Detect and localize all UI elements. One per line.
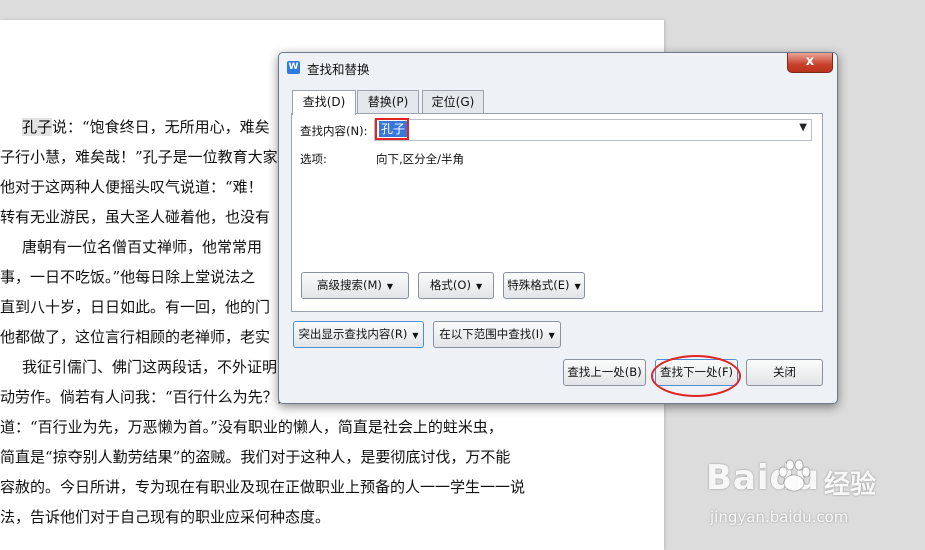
chevron-down-icon: ▼ — [475, 282, 483, 291]
document-line: 孔子说：“饱食终日，无所用心，难矣 — [22, 116, 270, 137]
document-line: 转有无业游民，虽大圣人碰着他，也没有 — [0, 206, 270, 227]
close-icon: x — [805, 54, 815, 69]
document-line-text: 转有无业游民，虽大圣人碰着他，也没有 — [0, 208, 271, 226]
wps-app-icon: W — [287, 61, 300, 74]
find-replace-dialog: W 查找和替换 x 查找(D) 替换(P) 定位(G) 查找内容(N): 孔子 … — [278, 52, 838, 404]
annotation-red-circle — [651, 355, 741, 397]
watermark-cn-text: 经验 — [824, 470, 877, 500]
document-line: 容赦的。今日所讲，专为现在有职业及现在正做职业上预备的人一一学生一一说 — [0, 476, 525, 497]
find-content-label: 查找内容(N): — [300, 124, 368, 138]
chevron-down-icon: ▼ — [548, 331, 555, 340]
document-line: 道：“百行业为先，万恶懒为首。”没有职业的懒人，简直是社会上的蛀米虫， — [0, 416, 503, 437]
highlight-found-button[interactable]: 突出显示查找内容(R) ▼ — [293, 321, 424, 348]
document-line: 法，告诉他们对于自己现有的职业应采何种态度。 — [0, 506, 330, 527]
document-line: 他对于这两种人便摇头叹气说道：“难！ — [0, 176, 263, 197]
search-match-highlight: 孔子 — [22, 118, 53, 136]
chevron-down-icon: ▼ — [574, 282, 581, 291]
document-line-text: 容赦的。今日所讲，专为现在有职业及现在正做职业上预备的人一一学生一一说 — [0, 478, 526, 496]
find-in-range-label: 在以下范围中查找(I) — [439, 327, 544, 341]
document-line: 简直是“掠夺别人勤劳结果”的盗贼。我们对于这种人，是要彻底讨伐，万不能 — [0, 446, 510, 467]
document-line: 子行小慧，难矣哉！”孔子是一位教育大家 — [0, 146, 278, 167]
advanced-search-button[interactable]: 高级搜索(M) ▼ — [301, 272, 409, 299]
tab-find[interactable]: 查找(D) — [292, 90, 356, 115]
document-line: 我征引儒门、佛门这两段话，不外证明 — [22, 356, 277, 377]
advanced-search-label: 高级搜索(M) — [316, 278, 382, 292]
annotation-red-box — [375, 118, 409, 140]
document-line-text: 唐朝有一位名僧百丈禅师，他常常用 — [22, 238, 263, 256]
special-format-label: 特殊格式(E) — [507, 278, 570, 292]
chevron-down-icon: ▼ — [412, 331, 419, 340]
document-line-text: 子行小慧，难矣哉！”孔子是一位教育大家 — [0, 148, 278, 166]
options-label: 选项: — [300, 152, 327, 166]
document-line-text: 他都做了，这位言行相顾的老禅师，老实 — [0, 328, 271, 346]
find-previous-button[interactable]: 查找上一处(B) — [563, 359, 646, 386]
tab-goto[interactable]: 定位(G) — [422, 90, 484, 113]
watermark-url: jingyan.baidu.com — [710, 508, 849, 526]
close-window-button[interactable]: x — [787, 53, 833, 73]
chevron-down-icon[interactable]: ▼ — [799, 122, 807, 133]
document-line: 他都做了，这位言行相顾的老禅师，老实 — [0, 326, 270, 347]
find-content-input[interactable]: 孔子 ▼ — [374, 119, 812, 141]
document-line-text: 说：“饱食终日，无所用心，难矣 — [52, 118, 270, 136]
document-line-text: 直到八十岁，日日如此。有一回，他的门 — [0, 298, 271, 316]
document-line-text: 简直是“掠夺别人勤劳结果”的盗贼。我们对于这种人，是要彻底讨伐，万不能 — [0, 448, 511, 466]
document-line-text: 他对于这两种人便摇头叹气说道：“难！ — [0, 178, 263, 196]
chevron-down-icon: ▼ — [386, 282, 394, 291]
dialog-title: 查找和替换 — [307, 62, 370, 77]
dialog-titlebar[interactable]: W 查找和替换 x — [279, 53, 837, 80]
format-label: 格式(O) — [429, 278, 471, 292]
document-line-text: 事，一日不吃饭。”他每日除上堂说法之 — [0, 268, 256, 286]
format-button[interactable]: 格式(O) ▼ — [418, 272, 494, 299]
highlight-found-label: 突出显示查找内容(R) — [298, 327, 408, 341]
document-line-text: 法，告诉他们对于自己现有的职业应采何种态度。 — [0, 508, 331, 526]
find-in-range-button[interactable]: 在以下范围中查找(I) ▼ — [433, 321, 561, 348]
document-line: 直到八十岁，日日如此。有一回，他的门 — [0, 296, 270, 317]
special-format-button[interactable]: 特殊格式(E) ▼ — [503, 272, 585, 299]
baidu-jingyan-watermark: Baidu 经验 jingyan.baidu.com — [706, 452, 916, 532]
tab-replace[interactable]: 替换(P) — [357, 90, 419, 113]
document-line: 唐朝有一位名僧百丈禅师，他常常用 — [22, 236, 262, 257]
document-line: 事，一日不吃饭。”他每日除上堂说法之 — [0, 266, 255, 287]
options-value: 向下,区分全/半角 — [376, 152, 465, 166]
baidu-paw-icon — [778, 459, 811, 492]
document-line-text: 我征引儒门、佛门这两段话，不外证明 — [22, 358, 278, 376]
close-button[interactable]: 关闭 — [746, 359, 823, 386]
document-line-text: 道：“百行业为先，万恶懒为首。”没有职业的懒人，简直是社会上的蛀米虫， — [0, 418, 503, 436]
